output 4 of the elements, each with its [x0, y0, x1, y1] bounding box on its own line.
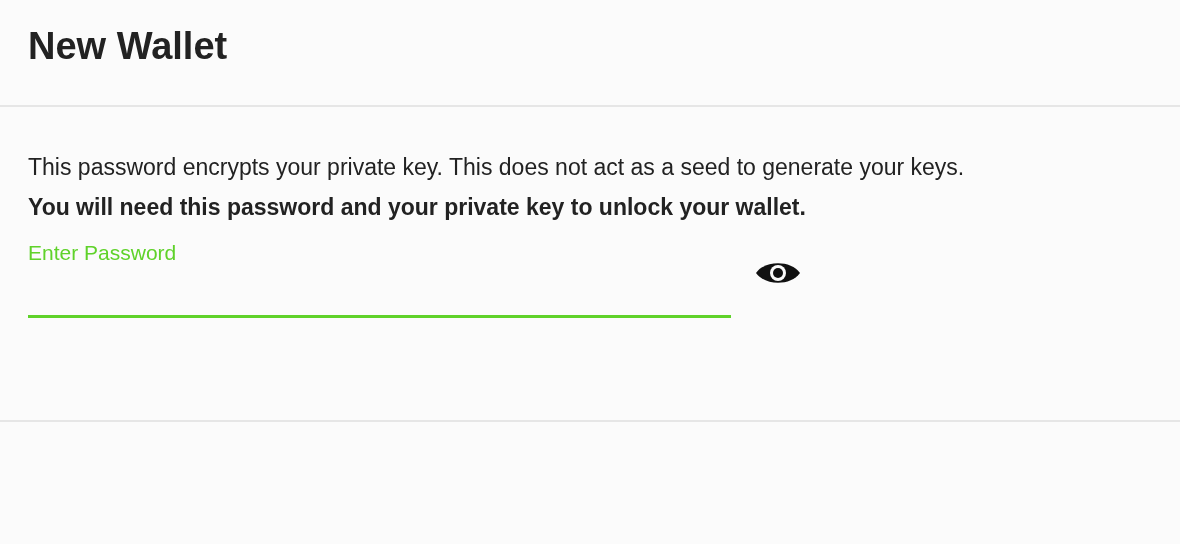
page-title: New Wallet	[28, 25, 228, 68]
warning-text: You will need this password and your private key to unlock your wallet.	[28, 193, 807, 222]
description-text: This password encrypts your private key. This does not act as a seed to generate your keys.	[28, 153, 966, 182]
password-field[interactable]: Enter Password	[28, 241, 731, 318]
